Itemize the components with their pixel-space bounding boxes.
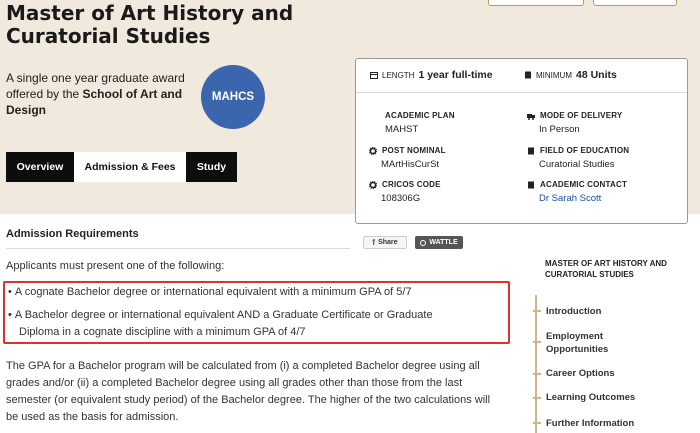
post-nominal-value: MArtHisCurSt: [381, 159, 440, 170]
academic-plan-field: ACADEMIC PLAN MAHST: [373, 111, 518, 135]
post-nominal-label: POST NOMINAL: [382, 146, 446, 155]
sidebar-item-learning-outcomes[interactable]: Learning Outcomes: [546, 391, 686, 404]
cricos-code-label: CRICOS CODE: [382, 180, 441, 189]
program-code-badge: MAHCS: [201, 65, 265, 129]
requirements-intro: Applicants must present one of the follo…: [6, 260, 225, 272]
admission-requirements-heading: Admission Requirements: [6, 228, 139, 240]
mode-of-delivery-value: In Person: [539, 124, 580, 135]
tab-admission-fees[interactable]: Admission & Fees: [74, 152, 186, 182]
calendar-icon: [370, 72, 378, 79]
sidebar-item-further-information[interactable]: Further Information: [546, 417, 686, 430]
info-summary-row: LENGTH 1 year full-time MINIMUM 48 Units: [356, 59, 687, 93]
cricos-code-value: 108306G: [381, 193, 421, 204]
wattle-label: WATTLE: [429, 239, 458, 246]
gpa-paragraph: The GPA for a Bachelor program will be c…: [6, 360, 491, 423]
facebook-icon: f: [372, 238, 376, 247]
sidebar-heading: MASTER OF ART HISTORY AND CURATORIAL STU…: [545, 259, 667, 279]
sidebar-item-employment-opportunities[interactable]: Employment Opportunities: [546, 330, 636, 356]
field-of-education-label: FIELD OF EDUCATION: [540, 146, 630, 155]
book-icon: [528, 181, 534, 188]
enquire-button[interactable]: [593, 0, 677, 6]
cricos-code-field: CRICOS CODE 108306G: [369, 180, 514, 204]
mode-of-delivery-field: MODE OF DELIVERY In Person: [527, 111, 672, 135]
facebook-share-button[interactable]: f Share: [363, 236, 407, 249]
academic-contact-field: ACADEMIC CONTACT Dr Sarah Scott: [527, 180, 672, 204]
academic-contact-link[interactable]: Dr Sarah Scott: [539, 193, 672, 204]
academic-plan-value: MAHST: [385, 124, 419, 135]
highlight-box: [3, 281, 510, 344]
book-icon: [528, 147, 534, 154]
minimum-label: MINIMUM: [536, 70, 572, 80]
wattle-button[interactable]: WATTLE: [415, 236, 463, 249]
nav-tick: [533, 310, 541, 312]
sidebar-item-introduction[interactable]: Introduction: [546, 305, 686, 318]
book-icon: [525, 71, 531, 79]
nav-tick: [533, 341, 541, 343]
length-item: LENGTH 1 year full-time: [370, 69, 493, 81]
post-nominal-field: POST NOMINAL MArtHisCurSt: [369, 146, 514, 170]
program-description: A single one year graduate award offered…: [6, 70, 186, 118]
nav-tick: [533, 422, 541, 424]
length-value: 1 year full-time: [418, 69, 493, 81]
gear-icon: [369, 146, 377, 155]
tab-study[interactable]: Study: [186, 152, 237, 182]
tab-bar: Overview Admission & Fees Study: [6, 152, 237, 182]
field-of-education-field: FIELD OF EDUCATION Curatorial Studies: [527, 146, 672, 170]
tab-overview[interactable]: Overview: [6, 152, 74, 182]
minimum-value: 48 Units: [576, 69, 617, 81]
gear-icon: [369, 180, 377, 189]
nav-tick: [533, 373, 541, 375]
academic-plan-label: ACADEMIC PLAN: [385, 111, 455, 120]
academic-contact-label: ACADEMIC CONTACT: [540, 180, 628, 189]
wattle-icon: [420, 239, 427, 246]
truck-icon: [527, 113, 535, 120]
program-info-box: LENGTH 1 year full-time MINIMUM 48 Units…: [355, 58, 688, 224]
nav-tick: [533, 397, 541, 399]
length-label: LENGTH: [382, 70, 415, 80]
sidebar-nav-line: [535, 295, 537, 433]
field-of-education-value: Curatorial Studies: [539, 159, 615, 170]
facebook-share-label: Share: [378, 239, 398, 246]
apply-button[interactable]: [488, 0, 584, 6]
mode-of-delivery-label: MODE OF DELIVERY: [540, 111, 623, 120]
page-title: Master of Art History and Curatorial Stu…: [6, 1, 294, 48]
minimum-item: MINIMUM 48 Units: [524, 69, 617, 81]
sidebar-item-career-options[interactable]: Career Options: [546, 367, 686, 380]
section-divider: [6, 248, 350, 249]
